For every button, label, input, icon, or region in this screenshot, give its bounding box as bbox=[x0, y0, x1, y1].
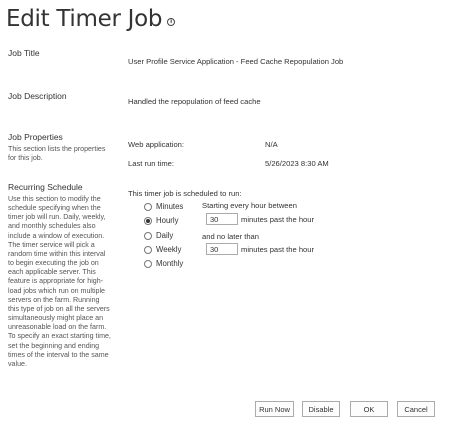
job-description-value: Handled the repopulation of feed cache bbox=[128, 97, 261, 106]
recurring-schedule-label: Recurring Schedule bbox=[8, 182, 83, 192]
job-properties-description: This section lists the properties for th… bbox=[8, 145, 106, 163]
radio-daily-label: Daily bbox=[156, 231, 174, 240]
radio-hourly[interactable]: Hourly bbox=[144, 216, 179, 225]
job-description-label: Job Description bbox=[8, 91, 67, 101]
starting-label: Starting every hour between bbox=[202, 201, 297, 210]
and-label: and no later than bbox=[202, 232, 259, 241]
run-now-button[interactable]: Run Now bbox=[255, 401, 294, 417]
edit-timer-job-page: Edit Timer Job i Job Title User Profile … bbox=[0, 0, 474, 444]
radio-button[interactable] bbox=[144, 231, 152, 240]
start-minute-input[interactable] bbox=[206, 213, 238, 225]
web-application-value: N/A bbox=[265, 140, 278, 149]
job-title-value: User Profile Service Application - Feed … bbox=[128, 57, 344, 66]
cancel-button[interactable]: Cancel bbox=[397, 401, 435, 417]
job-title-label: Job Title bbox=[8, 48, 40, 58]
disable-button[interactable]: Disable bbox=[302, 401, 340, 417]
info-circle-icon[interactable]: i bbox=[167, 18, 176, 26]
radio-button[interactable] bbox=[144, 202, 152, 211]
last-run-label: Last run time: bbox=[128, 159, 175, 168]
radio-daily[interactable]: Daily bbox=[144, 231, 173, 240]
last-run-value: 5/26/2023 8:30 AM bbox=[265, 159, 329, 168]
radio-weekly[interactable]: Weekly bbox=[144, 245, 181, 254]
radio-monthly-label: Monthly bbox=[156, 259, 184, 268]
radio-minutes[interactable]: Minutes bbox=[144, 202, 183, 211]
job-properties-label: Job Properties bbox=[8, 132, 63, 142]
radio-minutes-label: Minutes bbox=[156, 202, 184, 211]
title-row: Edit Timer Job i bbox=[6, 6, 176, 32]
end-suffix: minutes past the hour bbox=[241, 245, 315, 254]
radio-hourly-label: Hourly bbox=[156, 216, 179, 225]
page-title: Edit Timer Job bbox=[6, 6, 163, 32]
start-suffix: minutes past the hour bbox=[241, 215, 315, 224]
recurring-schedule-description: Use this section to modify the schedule … bbox=[8, 195, 111, 368]
radio-weekly-label: Weekly bbox=[156, 245, 182, 254]
schedule-intro: This timer job is scheduled to run: bbox=[128, 189, 242, 198]
web-application-label: Web application: bbox=[128, 140, 185, 149]
radio-button[interactable] bbox=[144, 245, 152, 254]
radio-button-selected[interactable] bbox=[144, 216, 152, 225]
radio-button[interactable] bbox=[144, 259, 152, 268]
ok-button[interactable]: OK bbox=[350, 401, 388, 417]
radio-monthly[interactable]: Monthly bbox=[144, 259, 183, 268]
end-minute-input[interactable] bbox=[206, 243, 238, 255]
